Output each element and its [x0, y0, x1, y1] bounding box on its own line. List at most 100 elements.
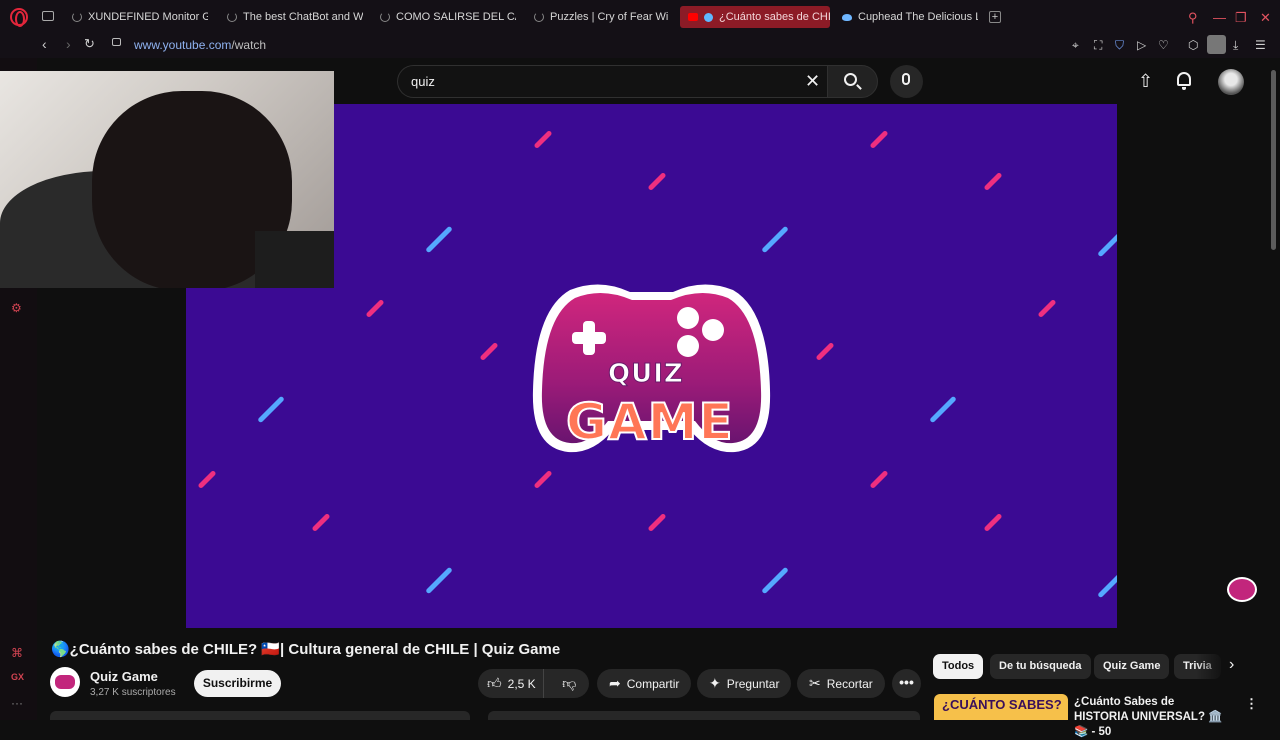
player-icon[interactable]: ▷: [1137, 38, 1146, 52]
recommendation-thumb-text: ¿CUÁNTO SABES?: [942, 697, 1062, 712]
tab-islands-icon[interactable]: [42, 11, 54, 21]
download-icon[interactable]: ⤓: [1233, 38, 1238, 53]
decor-dash: [1097, 229, 1117, 258]
discord-icon[interactable]: ⌘: [11, 646, 23, 660]
decor-dash: [425, 566, 453, 595]
like-button[interactable]: 👍︎ 2,5 K: [478, 669, 544, 698]
notifications-bell-icon[interactable]: [1177, 72, 1191, 90]
forward-icon[interactable]: ›: [66, 36, 71, 52]
pin-icon[interactable]: ⌖: [1072, 38, 1079, 53]
search-input[interactable]: [397, 65, 827, 98]
minimize-icon[interactable]: —: [1213, 10, 1226, 25]
video-title: 🌎¿Cuánto sabes de CHILE? 🇨🇱| Cultura gen…: [51, 641, 561, 658]
upload-icon[interactable]: ⇧: [1138, 71, 1153, 92]
more-icon[interactable]: ···: [11, 696, 23, 710]
loading-icon: [72, 12, 82, 22]
share-icon: ➦: [609, 675, 621, 691]
share-button[interactable]: ➦ Compartir: [597, 669, 692, 698]
sparkle-icon: ✦: [709, 675, 721, 691]
user-avatar[interactable]: [1218, 69, 1244, 95]
decor-dash: [869, 129, 889, 150]
chip-todos[interactable]: Todos: [933, 654, 984, 679]
scissors-icon: ✂: [809, 675, 821, 691]
chip-quiz-game[interactable]: Quiz Game: [1094, 654, 1170, 679]
decor-dash: [983, 171, 1003, 192]
recommendation-menu-icon[interactable]: ⋮: [1245, 696, 1258, 712]
decor-dash: [761, 225, 789, 254]
decor-dash: [479, 341, 499, 362]
settings-gear-icon[interactable]: ⚙: [11, 301, 22, 315]
search-value[interactable]: quiz: [411, 74, 435, 89]
close-window-icon[interactable]: ✕: [1260, 10, 1271, 26]
loading-icon: [227, 12, 237, 22]
decor-dash: [365, 298, 385, 319]
search-icon: [844, 73, 857, 86]
browser-tab[interactable]: The best ChatBot and Wid: [223, 6, 363, 28]
heart-icon[interactable]: ♡: [1158, 38, 1169, 52]
back-icon[interactable]: ‹: [42, 36, 47, 52]
lock-icon: [112, 38, 121, 46]
decor-dash: [533, 129, 553, 150]
channel-watermark-icon[interactable]: [1227, 577, 1257, 602]
decor-dash: [311, 512, 331, 533]
ask-button[interactable]: ✦ Preguntar: [697, 669, 792, 698]
channel-avatar[interactable]: [50, 667, 80, 697]
subscriber-count: 3,27 K suscriptores: [90, 687, 176, 698]
channel-name[interactable]: Quiz Game: [90, 669, 158, 684]
webcam-shirt: [255, 231, 334, 288]
decor-dash: [983, 512, 1003, 533]
decor-dash: [1037, 298, 1057, 319]
browser-tab-strip: XUNDEFINED Monitor Gan The best ChatBot …: [0, 0, 1280, 34]
mic-icon: [902, 73, 910, 85]
profile-avatar[interactable]: [1207, 35, 1226, 54]
chevron-right-icon[interactable]: ›: [1229, 656, 1234, 674]
like-dislike-group: 👍︎ 2,5 K 👎︎: [478, 669, 589, 698]
clip-button[interactable]: ✂ Recortar: [797, 669, 885, 698]
decor-dash: [761, 566, 789, 595]
browser-tab[interactable]: Puzzles | Cry of Fear Wiki: [530, 6, 668, 28]
recommendation-title[interactable]: ¿Cuánto Sabes de HISTORIA UNIVERSAL? 🏛️📚…: [1074, 695, 1224, 740]
decor-dash: [647, 171, 667, 192]
webcam-overlay: [0, 71, 334, 288]
description-panel[interactable]: [50, 711, 470, 720]
decor-dash: [647, 512, 667, 533]
ask-label: Preguntar: [726, 676, 780, 691]
tab-title: ¿Cuánto sabes de CHIL: [719, 11, 830, 23]
thumbs-down-icon: 👎︎: [562, 675, 577, 691]
share-label: Compartir: [626, 676, 680, 691]
decor-dash: [257, 395, 285, 424]
comments-panel[interactable]: [488, 711, 920, 720]
tab-search-icon[interactable]: ⚲: [1188, 10, 1198, 26]
url-field[interactable]: www.youtube.com/watch: [134, 38, 266, 52]
more-actions-button[interactable]: •••: [892, 669, 921, 698]
clear-search-icon[interactable]: ✕: [805, 71, 820, 92]
gx-icon[interactable]: GX: [11, 672, 24, 682]
tab-title: Puzzles | Cry of Fear Wiki: [550, 11, 668, 23]
extensions-icon[interactable]: ⬡: [1188, 38, 1198, 52]
like-count: 2,5 K: [507, 676, 536, 691]
dislike-button[interactable]: 👎︎: [550, 675, 590, 692]
thumbs-up-icon: 👍︎: [487, 675, 502, 691]
decor-dash: [425, 225, 453, 254]
opera-logo-icon[interactable]: [10, 8, 28, 27]
browser-tab[interactable]: XUNDEFINED Monitor Gan: [68, 6, 208, 28]
restore-icon[interactable]: ❐: [1235, 10, 1247, 26]
chip-fade: [1196, 652, 1226, 682]
decor-dash: [197, 469, 217, 490]
reload-icon[interactable]: ↻: [84, 36, 95, 52]
page-scrollbar[interactable]: [1271, 70, 1276, 250]
shield-icon[interactable]: ⛉: [1115, 38, 1124, 53]
browser-tab[interactable]: COMO SALIRSE DEL CAN: [376, 6, 516, 28]
snapshot-icon[interactable]: ⛶: [1094, 38, 1102, 53]
menu-icon[interactable]: ☰: [1255, 38, 1266, 52]
tab-title: XUNDEFINED Monitor Gan: [88, 11, 208, 23]
browser-tab-active[interactable]: ¿Cuánto sabes de CHIL: [680, 6, 830, 28]
tab-title: COMO SALIRSE DEL CAN: [396, 11, 516, 23]
artwork-quiz-text: QUIZ: [608, 359, 684, 390]
loading-icon: [534, 12, 544, 22]
browser-tab[interactable]: Cuphead The Delicious La: [838, 6, 978, 28]
chip-de-tu-busqueda[interactable]: De tu búsqueda: [990, 654, 1091, 679]
decor-dash: [1097, 570, 1117, 599]
subscribe-button[interactable]: Suscribirme: [194, 670, 281, 697]
new-tab-button[interactable]: +: [989, 11, 1001, 23]
